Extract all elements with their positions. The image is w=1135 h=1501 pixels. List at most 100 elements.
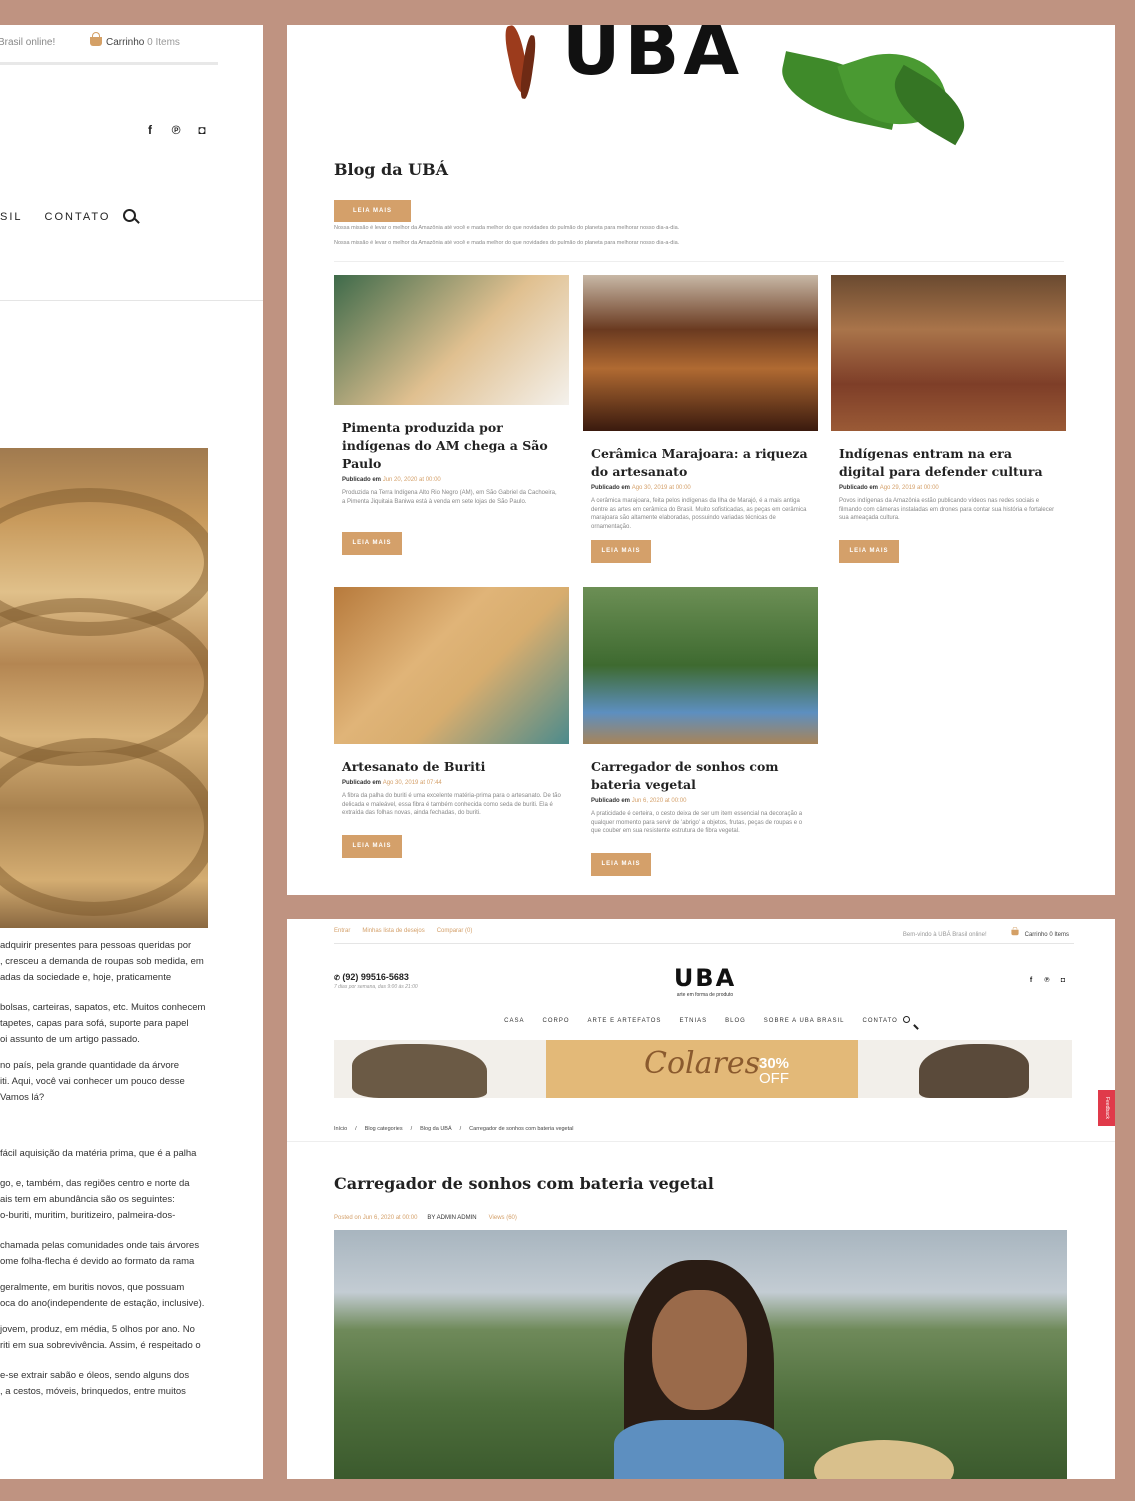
- post-meta: Publicado em Ago 29, 2019 at 00:00: [839, 485, 1058, 491]
- page-title: Blog da UBÁ: [334, 160, 449, 179]
- breadcrumb-separator: /: [355, 1126, 357, 1132]
- article-paragraph: e-se extrair sabão e óleos, sendo alguns…: [0, 1368, 210, 1400]
- post-thumbnail[interactable]: [583, 587, 818, 744]
- post-date: Jun 6, 2020 at 00:00: [631, 798, 687, 804]
- post-title[interactable]: Indígenas entram na era digital para def…: [839, 445, 1058, 481]
- cart-items: 0 Items: [147, 37, 180, 48]
- article-line: bolsas, carteiras, sapatos, etc. Muitos …: [0, 1002, 206, 1013]
- cart-icon: [90, 32, 102, 46]
- nav-item-arte-e-artefatos[interactable]: ARTE E ARTEFATOS: [588, 1018, 662, 1024]
- cart-label: Carrinho: [1024, 932, 1048, 938]
- instagram-icon[interactable]: ◘: [1059, 977, 1067, 984]
- cart-label: Carrinho: [106, 37, 145, 48]
- article-paragraph: no país, pela grande quantidade da árvor…: [0, 1058, 210, 1106]
- cart-link[interactable]: Carrinho 0 Items: [1009, 926, 1069, 938]
- post-meta: Publicado em Ago 30, 2019 at 00:00: [591, 485, 810, 491]
- breadcrumb: Início / Blog categories / Blog da UBÁ / Carre…: [334, 1126, 581, 1132]
- article-line: fácil aquisição da matéria prima, que é …: [0, 1148, 197, 1159]
- article-line: oca do ano(independente de estação, incl…: [0, 1298, 205, 1309]
- breadcrumb-item[interactable]: Início: [334, 1126, 347, 1132]
- blog-post-card: Indígenas entram na era digital para def…: [831, 275, 1066, 563]
- blog-post-card: Cerâmica Marajoara: a riqueza do artesan…: [583, 275, 818, 563]
- facebook-icon[interactable]: f: [1027, 977, 1035, 984]
- blog-page-screenshot: UBA Blog da UBÁ LEIA MAIS OCULTAR Nossa …: [287, 25, 1115, 895]
- search-icon[interactable]: [903, 1016, 910, 1023]
- post-title: Carregador de sonhos com bateria vegetal: [334, 1174, 714, 1193]
- main-nav: SIL CONTATO: [0, 211, 132, 223]
- phone-number: ✆ (92) 99516-5683: [334, 972, 409, 982]
- post-views: Views (60): [488, 1215, 517, 1221]
- nav-item-corpo[interactable]: CORPO: [543, 1018, 570, 1024]
- breadcrumb-item[interactable]: Carregador de sonhos com bateria vegetal: [469, 1126, 573, 1132]
- divider: [0, 300, 263, 301]
- published-label: Publicado em: [591, 798, 631, 804]
- published-label: Publicado em: [591, 485, 631, 491]
- divider: [334, 943, 1074, 944]
- read-more-button[interactable]: LEIA MAIS: [591, 540, 651, 563]
- post-thumbnail[interactable]: [334, 587, 569, 744]
- nav-item-blog[interactable]: BLOG: [725, 1018, 746, 1024]
- phone-text: (92) 99516-5683: [342, 972, 409, 982]
- post-title[interactable]: Pimenta produzida por indígenas do AM ch…: [342, 419, 561, 473]
- article-paragraph: chamada pelas comunidades onde tais árvo…: [0, 1238, 210, 1270]
- nav-item-brasil[interactable]: SIL: [0, 211, 23, 223]
- post-title[interactable]: Cerâmica Marajoara: a riqueza do artesan…: [591, 445, 810, 481]
- post-thumbnail[interactable]: [334, 275, 569, 405]
- article-line: riti em sua sobrevivência. Assim, é resp…: [0, 1340, 201, 1351]
- uba-logo[interactable]: UBA: [562, 25, 743, 91]
- breadcrumb-item[interactable]: Blog categories: [365, 1126, 403, 1132]
- feedback-tab[interactable]: Feedback: [1098, 1090, 1115, 1126]
- read-more-button[interactable]: LEIA MAIS: [591, 853, 651, 876]
- post-hero-photo: [334, 1230, 1067, 1479]
- wishlist-link[interactable]: Minhas lista de desejos: [362, 928, 424, 934]
- nav-item-etnias[interactable]: ETNIAS: [679, 1018, 707, 1024]
- article-line: o-buriti, muritim, buritizeiro, palmeira…: [0, 1210, 176, 1221]
- post-excerpt: A praticidade é certeira, o cesto deixa …: [591, 811, 803, 834]
- cart-link[interactable]: Carrinho 0 Items: [90, 32, 180, 48]
- read-more-button[interactable]: LEIA MAIS: [839, 540, 899, 563]
- article-line: adquirir presentes para pessoas queridas…: [0, 940, 192, 951]
- post-title[interactable]: Carregador de sonhos com bateria vegetal: [591, 758, 810, 794]
- published-label: Publicado em: [342, 477, 382, 483]
- post-date: Posted on Jun 6, 2020 at 00:00: [334, 1215, 418, 1221]
- nav-item-contato[interactable]: CONTATO: [45, 211, 111, 223]
- pinterest-icon[interactable]: ℗: [1043, 977, 1051, 984]
- published-label: Publicado em: [342, 780, 382, 786]
- search-icon[interactable]: [123, 209, 136, 222]
- article-line: Vamos lá?: [0, 1092, 45, 1103]
- promo-banner[interactable]: Colares 30% OFF: [334, 1040, 1072, 1098]
- article-line: go, e, também, das regiões centro e nort…: [0, 1178, 190, 1189]
- read-more-button[interactable]: LEIA MAIS: [342, 532, 402, 555]
- necklace-image: [919, 1044, 1029, 1098]
- post-excerpt: Povos indígenas da Amazônia estão public…: [839, 498, 1055, 521]
- uba-logo[interactable]: UBA arte em forma de produto: [665, 964, 745, 998]
- nav-item-sobre-a-uba-brasil[interactable]: SOBRE A UBA BRASIL: [764, 1018, 845, 1024]
- article-line: ais tem em abundância são os seguintes:: [0, 1194, 175, 1205]
- breadcrumb-item[interactable]: Blog da UBÁ: [420, 1126, 452, 1132]
- cart-icon: [1011, 926, 1019, 936]
- compare-link[interactable]: Comparar (0): [437, 928, 473, 934]
- post-excerpt: Produzida na Terra Indígena Alto Rio Neg…: [342, 490, 557, 505]
- instagram-icon[interactable]: ◘: [196, 123, 208, 137]
- article-paragraph: fácil aquisição da matéria prima, que é …: [0, 1146, 210, 1162]
- nav-item-contato[interactable]: CONTATO: [863, 1018, 898, 1024]
- welcome-text: Bem-vindo à UBÁ Brasil online!: [902, 932, 987, 938]
- post-title[interactable]: Artesanato de Buriti: [342, 758, 561, 776]
- login-link[interactable]: Entrar: [334, 928, 350, 934]
- read-more-button[interactable]: LEIA MAIS: [342, 835, 402, 858]
- nav-item-casa[interactable]: CASA: [504, 1018, 524, 1024]
- intro-text: Nossa missão é levar o melhor da Amazôni…: [334, 225, 680, 231]
- post-thumbnail[interactable]: [583, 275, 818, 431]
- post-thumbnail[interactable]: [831, 275, 1066, 431]
- divider: [287, 1141, 1115, 1142]
- facebook-icon[interactable]: f: [144, 123, 156, 137]
- divider: [334, 261, 1064, 262]
- welcome-text: Brasil online!: [0, 37, 56, 48]
- read-more-toggle-button[interactable]: LEIA MAIS OCULTAR: [334, 200, 411, 236]
- opening-hours: 7 dias por semana, das 9:00 às 21:00: [334, 984, 418, 990]
- banner-discount: 30% OFF: [759, 1056, 789, 1086]
- pinterest-icon[interactable]: ℗: [170, 123, 182, 137]
- published-label: Publicado em: [839, 485, 879, 491]
- breadcrumb-separator: /: [410, 1126, 413, 1132]
- logo-tagline: arte em forma de produto: [676, 992, 734, 998]
